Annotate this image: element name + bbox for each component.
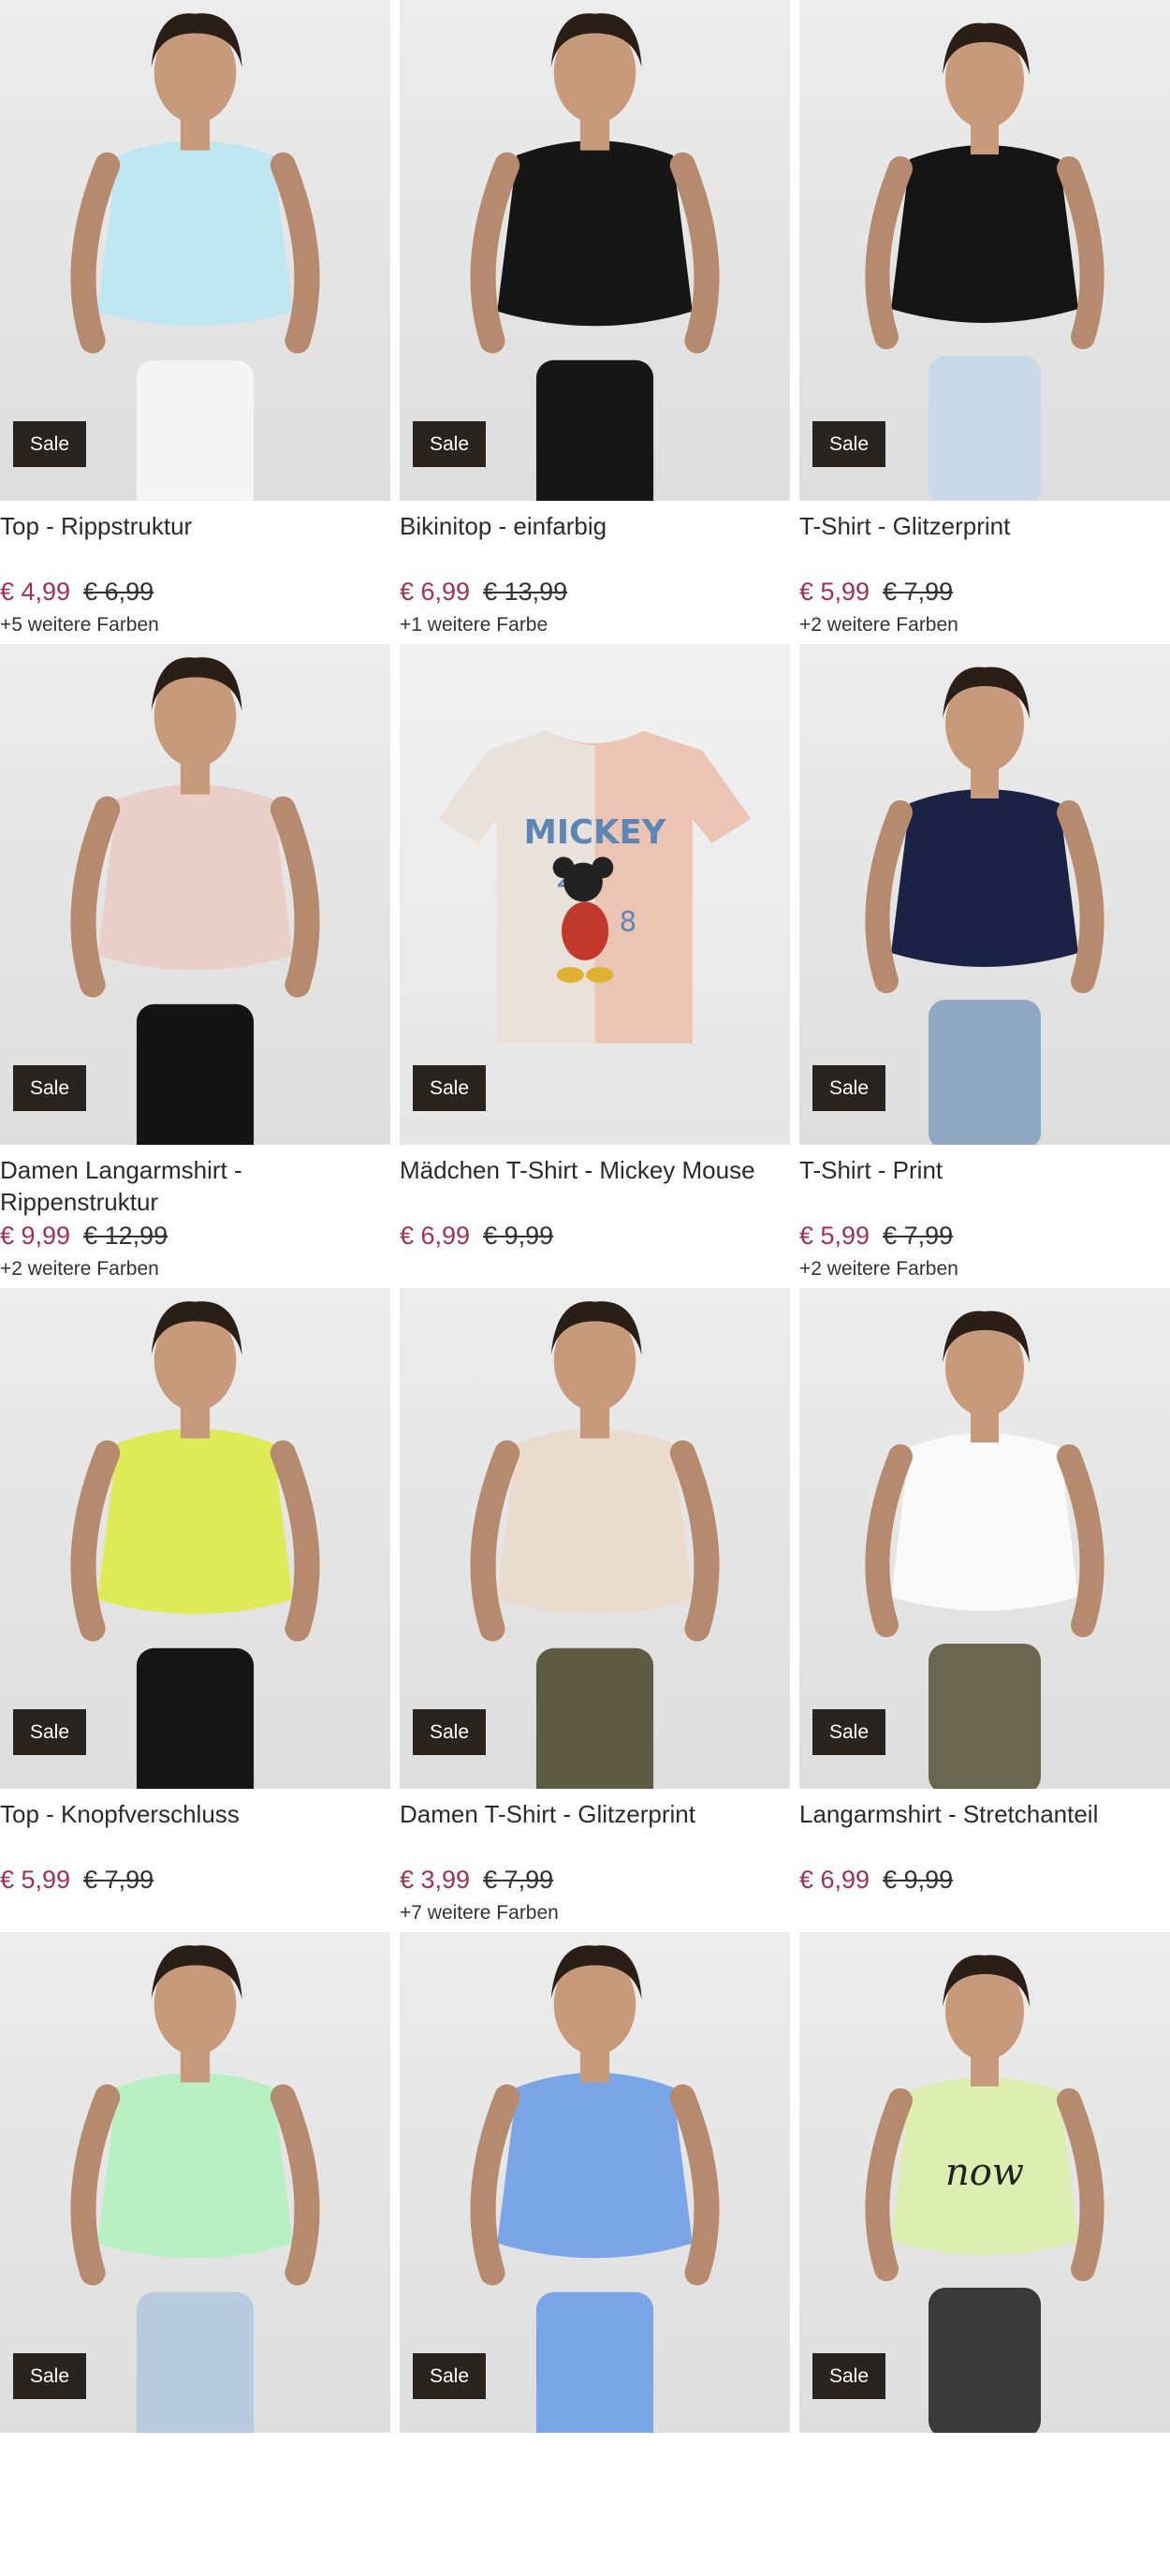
sale-badge: Sale [812,1065,886,1111]
product-image[interactable]: Sale [400,1932,790,2433]
product-card-5[interactable]: MICKEY28 Sale Mädchen T-Shirt - Mickey M… [400,644,790,1288]
product-card-12[interactable]: now Sale [799,1932,1170,2576]
more-colors-link[interactable]: +2 weitere Farben [799,614,1170,637]
product-image[interactable]: Sale [400,1288,790,1789]
product-image[interactable]: Sale [400,0,790,501]
product-card-6[interactable]: Sale T-Shirt - Print € 5,99 € 7,99 +2 we… [799,644,1170,1288]
price-row: € 3,99 € 7,99 [400,1866,790,1895]
sale-badge: Sale [413,421,487,467]
original-price: € 12,99 [83,1222,168,1250]
more-colors-link[interactable]: +1 weitere Farbe [400,614,790,637]
product-card-2[interactable]: Sale Bikinitop - einfarbig € 6,99 € 13,9… [400,0,790,644]
sale-price: € 3,99 [400,1866,471,1894]
product-title[interactable]: Mädchen T-Shirt - Mickey Mouse [400,1150,790,1222]
mickey-print-number-b: 8 [620,906,637,938]
sale-badge: Sale [812,2353,886,2399]
product-card-1[interactable]: Sale Top - Rippstruktur € 4,99 € 6,99 +5… [0,0,390,644]
more-colors-link[interactable]: +5 weitere Farben [0,614,390,637]
sale-price: € 9,99 [0,1222,71,1250]
product-image[interactable]: MICKEY28 Sale [400,644,790,1145]
sale-badge: Sale [13,2353,87,2399]
sale-price: € 5,99 [799,1222,870,1250]
sale-badge: Sale [413,1709,487,1755]
product-title[interactable]: Top - Knopfverschluss [0,1794,390,1866]
product-title[interactable]: Langarmshirt - Stretchanteil [799,1794,1170,1866]
sweater-print-text: now [945,2151,1024,2194]
price-row: € 6,99 € 13,99 [400,578,790,607]
product-image[interactable]: Sale [0,1288,390,1789]
product-title[interactable]: T-Shirt - Glitzerprint [799,506,1170,578]
product-image[interactable]: Sale [799,644,1170,1145]
mickey-print-text: MICKEY [524,813,666,852]
product-title[interactable]: Top - Rippstruktur [0,506,390,578]
product-image[interactable]: Sale [799,1288,1170,1789]
product-card-3[interactable]: Sale T-Shirt - Glitzerprint € 5,99 € 7,9… [799,0,1170,644]
product-card-9[interactable]: Sale Langarmshirt - Stretchanteil € 6,99… [799,1288,1170,1932]
original-price: € 7,99 [83,1866,154,1894]
product-image[interactable]: Sale [0,644,390,1145]
sale-price: € 6,99 [400,1222,471,1250]
price-row: € 5,99 € 7,99 [0,1866,390,1895]
sale-badge: Sale [812,421,886,467]
sale-price: € 6,99 [799,1866,870,1894]
product-title[interactable]: Damen T-Shirt - Glitzerprint [400,1794,790,1866]
product-card-4[interactable]: Sale Damen Langarmshirt - Rippenstruktur… [0,644,390,1288]
price-row: € 5,99 € 7,99 [799,1222,1170,1251]
more-colors-link[interactable]: +2 weitere Farben [0,1258,390,1281]
product-grid: Sale Top - Rippstruktur € 4,99 € 6,99 +5… [0,0,1170,2576]
price-row: € 6,99 € 9,99 [799,1866,1170,1895]
price-row: € 4,99 € 6,99 [0,578,390,607]
product-title[interactable]: Damen Langarmshirt - Rippenstruktur [0,1150,390,1222]
product-card-8[interactable]: Sale Damen T-Shirt - Glitzerprint € 3,99… [400,1288,790,1932]
product-card-11[interactable]: Sale [400,1932,790,2576]
product-card-7[interactable]: Sale Top - Knopfverschluss € 5,99 € 7,99 [0,1288,390,1932]
sale-badge: Sale [812,1709,886,1755]
sale-badge: Sale [13,1065,87,1111]
original-price: € 7,99 [883,1222,954,1250]
price-row: € 9,99 € 12,99 [0,1222,390,1251]
original-price: € 13,99 [483,578,568,606]
original-price: € 7,99 [483,1866,554,1894]
sale-badge: Sale [13,1709,87,1755]
sale-badge: Sale [13,421,87,467]
more-colors-link[interactable]: +7 weitere Farben [400,1902,790,1925]
price-row: € 6,99 € 9,99 [400,1222,790,1251]
sale-price: € 6,99 [400,578,471,606]
sale-price: € 4,99 [0,578,71,606]
more-colors-link[interactable]: +2 weitere Farben [799,1258,1170,1281]
price-row: € 5,99 € 7,99 [799,578,1170,607]
original-price: € 6,99 [83,578,154,606]
product-title[interactable]: T-Shirt - Print [799,1150,1170,1222]
product-image[interactable]: Sale [0,0,390,501]
original-price: € 9,99 [483,1222,554,1250]
sale-price: € 5,99 [0,1866,71,1894]
product-image[interactable]: Sale [799,0,1170,501]
product-image[interactable]: now Sale [799,1932,1170,2433]
sale-badge: Sale [413,2353,487,2399]
product-image[interactable]: Sale [0,1932,390,2433]
sale-badge: Sale [413,1065,487,1111]
original-price: € 7,99 [883,578,954,606]
original-price: € 9,99 [883,1866,954,1894]
product-card-10[interactable]: Sale [0,1932,390,2576]
sale-price: € 5,99 [799,578,870,606]
product-title[interactable]: Bikinitop - einfarbig [400,506,790,578]
